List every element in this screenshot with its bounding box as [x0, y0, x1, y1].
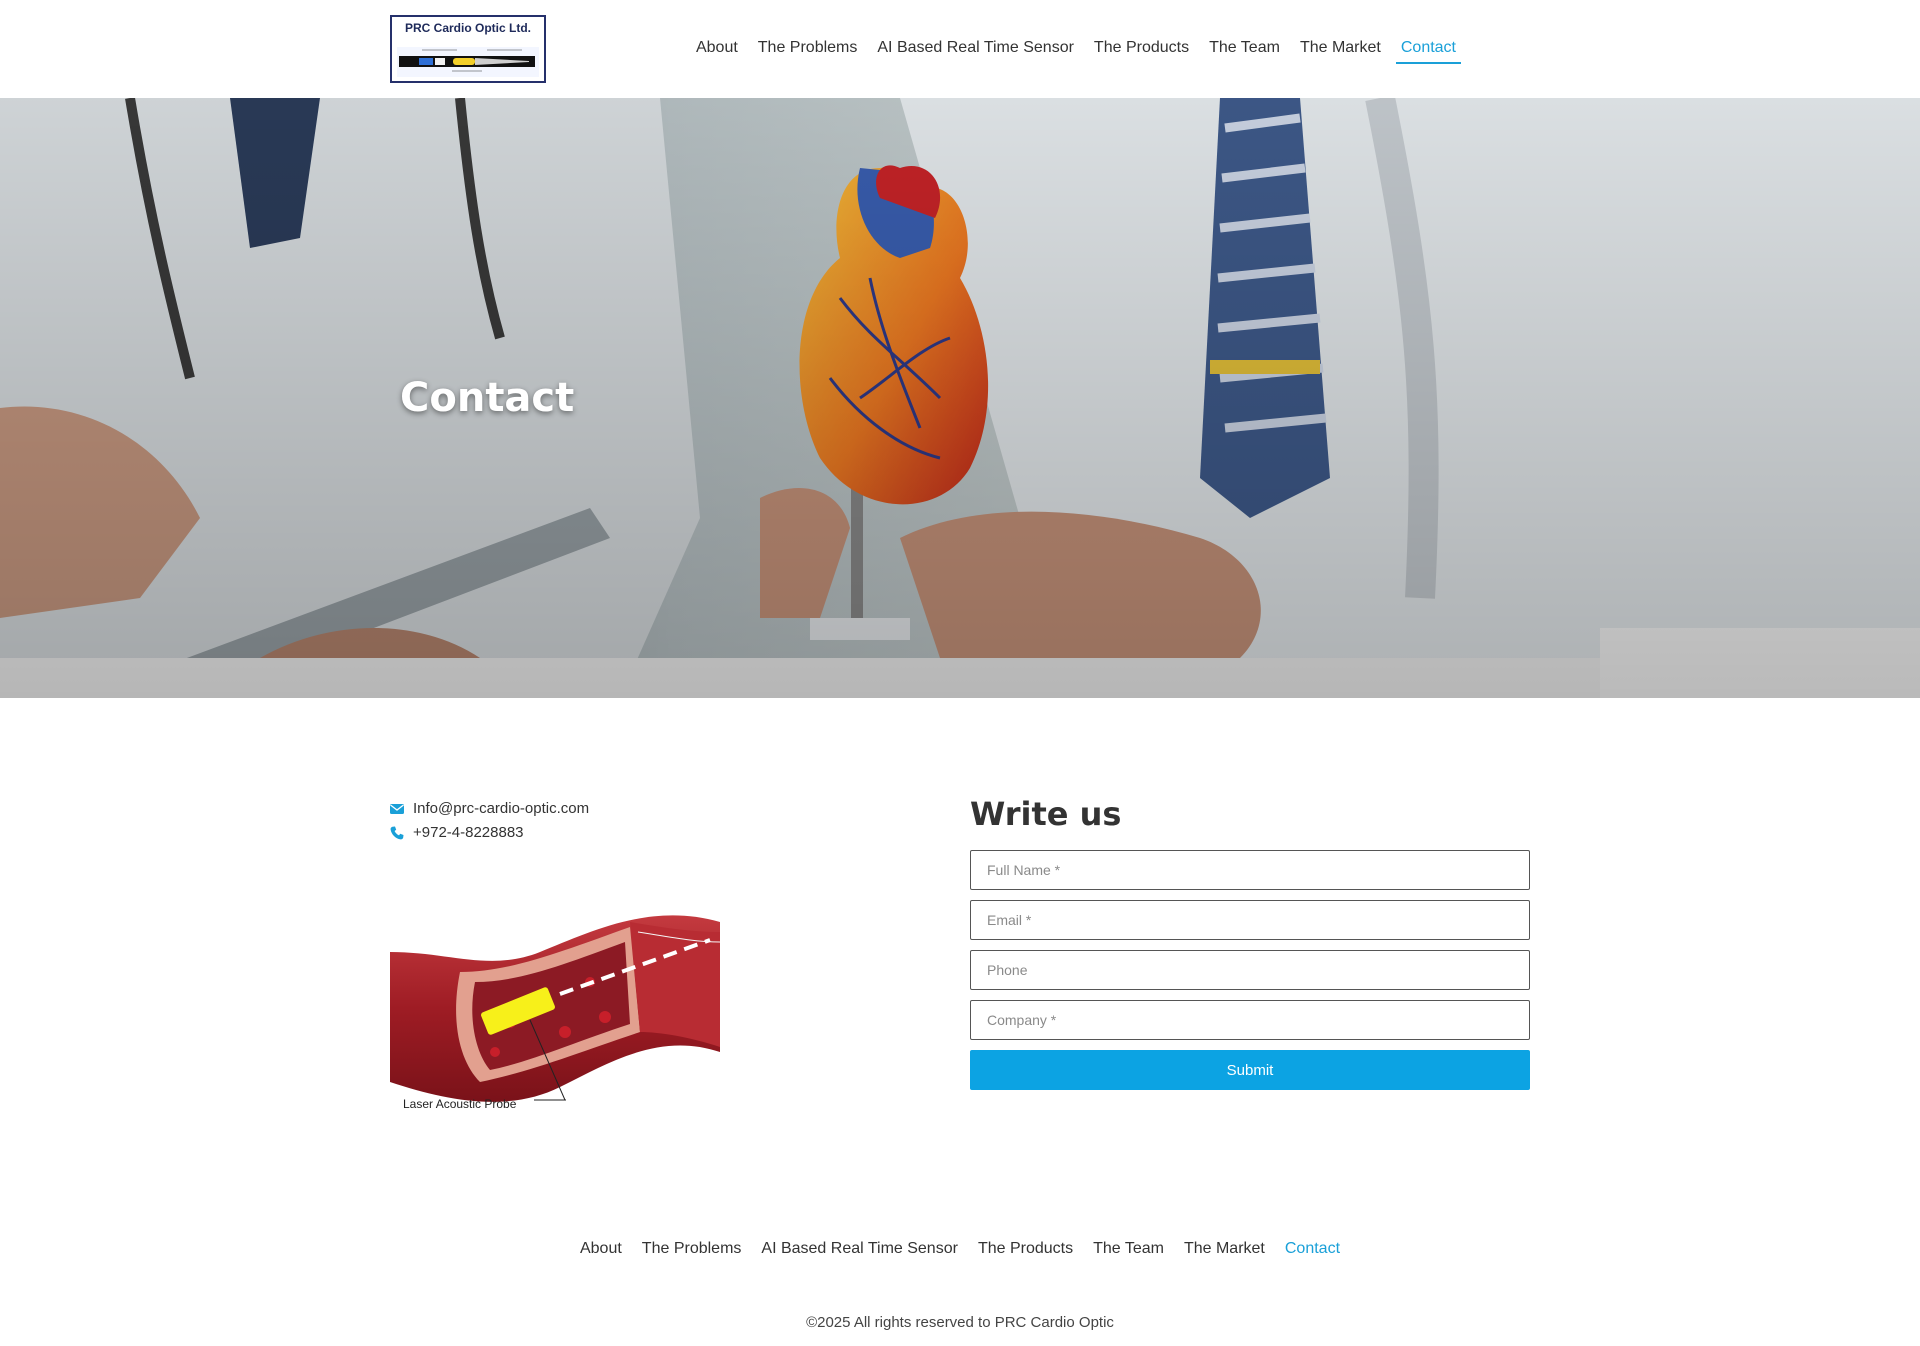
nav-the-problems[interactable]: The Problems: [748, 35, 868, 61]
footer-nav-ai-sensor[interactable]: AI Based Real Time Sensor: [751, 1240, 968, 1258]
company-input[interactable]: [970, 1000, 1530, 1040]
probe-caption: Laser Acoustic Probe: [403, 1097, 517, 1111]
nav-the-products[interactable]: The Products: [1084, 35, 1199, 61]
contact-phone-link[interactable]: +972-4-8228883: [413, 824, 524, 841]
hero-banner: Contact: [0, 98, 1920, 698]
nav-about[interactable]: About: [686, 35, 748, 61]
site-header: PRC Cardio Optic Ltd. About The Problems…: [0, 0, 1920, 98]
nav-the-market[interactable]: The Market: [1290, 35, 1391, 61]
main-nav: About The Problems AI Based Real Time Se…: [686, 35, 1466, 64]
contact-email-link[interactable]: Info@prc-cardio-optic.com: [413, 800, 589, 817]
footer-nav-the-products[interactable]: The Products: [968, 1240, 1083, 1258]
contact-phone-row: +972-4-8228883: [390, 824, 524, 841]
envelope-icon: [390, 803, 404, 814]
email-input[interactable]: [970, 900, 1530, 940]
contact-email-row: Info@prc-cardio-optic.com: [390, 800, 589, 817]
company-logo[interactable]: PRC Cardio Optic Ltd.: [390, 15, 546, 83]
footer-nav-about[interactable]: About: [570, 1240, 632, 1258]
footer-nav-the-market[interactable]: The Market: [1174, 1240, 1275, 1258]
hero-background-image: [0, 98, 1920, 698]
hero-title: Contact: [400, 375, 575, 421]
phone-input[interactable]: [970, 950, 1530, 990]
nav-ai-sensor[interactable]: AI Based Real Time Sensor: [867, 35, 1084, 61]
logo-probe-graphic: [397, 47, 539, 77]
laser-acoustic-probe-illustration: Laser Acoustic Probe: [390, 915, 720, 1111]
logo-text: PRC Cardio Optic Ltd.: [405, 21, 531, 35]
nav-the-team[interactable]: The Team: [1199, 35, 1290, 61]
form-title: Write us: [970, 795, 1122, 833]
full-name-input[interactable]: [970, 850, 1530, 890]
nav-contact[interactable]: Contact: [1391, 35, 1466, 64]
copyright-text: ©2025 All rights reserved to PRC Cardio …: [806, 1314, 1114, 1331]
footer-nav-the-team[interactable]: The Team: [1083, 1240, 1174, 1258]
footer-nav-the-problems[interactable]: The Problems: [632, 1240, 752, 1258]
submit-button[interactable]: Submit: [970, 1050, 1530, 1090]
phone-icon: [390, 826, 404, 839]
footer-nav-contact[interactable]: Contact: [1275, 1240, 1350, 1258]
footer-nav: About The Problems AI Based Real Time Se…: [0, 1240, 1920, 1258]
